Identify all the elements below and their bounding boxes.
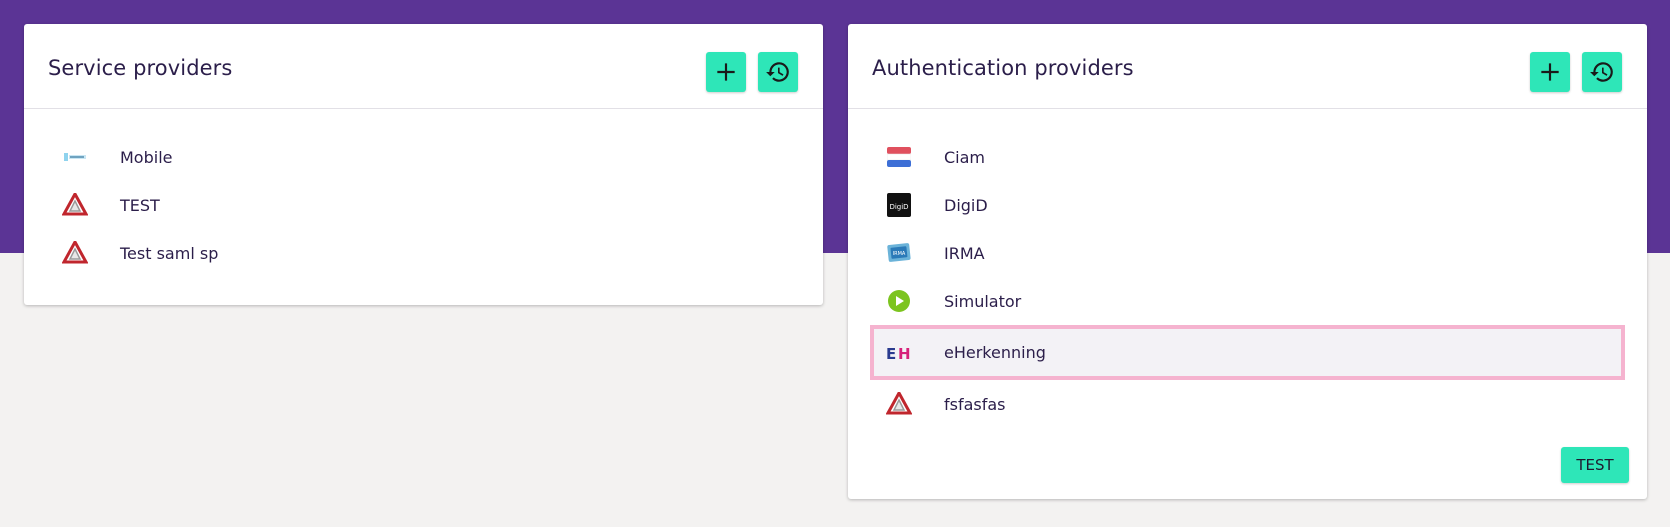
list-item[interactable]: Mobile [48, 133, 799, 181]
svg-text:DigiD: DigiD [889, 203, 908, 211]
list-item-label: eHerkenning [944, 343, 1046, 362]
list-item[interactable]: TEST [48, 181, 799, 229]
list-item-selected[interactable]: EH eHerkenning [870, 325, 1625, 380]
test-button[interactable]: TEST [1561, 447, 1629, 483]
service-providers-card: Service providers Mobile TEST Test saml … [24, 24, 823, 305]
eherkenning-logo-icon: EH [886, 340, 912, 366]
list-item-label: Test saml sp [120, 243, 219, 263]
authentication-providers-header: Authentication providers [848, 24, 1647, 109]
list-item-label: DigiD [944, 195, 988, 215]
list-item[interactable]: DigiD DigiD [872, 181, 1623, 229]
authentication-providers-history-button[interactable] [1582, 52, 1622, 92]
authentication-providers-card: Authentication providers Ciam DigiD Digi… [848, 24, 1647, 499]
service-providers-list: Mobile TEST Test saml sp [24, 133, 823, 277]
mobile-logo-icon [62, 144, 88, 170]
list-item-label: fsfasfas [944, 394, 1006, 414]
list-item[interactable]: Simulator [872, 277, 1623, 325]
history-icon [766, 62, 789, 82]
saml-logo-icon [886, 391, 912, 417]
service-providers-history-button[interactable] [758, 52, 798, 92]
dutch-flag-icon [886, 144, 912, 170]
saml-logo-icon [62, 240, 88, 266]
list-item-label: IRMA [944, 243, 985, 263]
list-item-label: Mobile [120, 147, 173, 167]
svg-text:IRMA: IRMA [893, 251, 906, 257]
authentication-providers-title: Authentication providers [872, 56, 1134, 80]
list-item-label: TEST [120, 195, 160, 215]
service-providers-header: Service providers [24, 24, 823, 109]
irma-logo-icon: IRMA [886, 240, 912, 266]
list-item[interactable]: fsfasfas [872, 380, 1623, 428]
add-service-provider-button[interactable] [706, 52, 746, 92]
list-item[interactable]: Ciam [872, 133, 1623, 181]
list-item[interactable]: IRMA IRMA [872, 229, 1623, 277]
list-item-label: Ciam [944, 147, 986, 167]
history-icon [1590, 62, 1613, 82]
digid-logo-icon: DigiD [886, 192, 912, 218]
add-authentication-provider-button[interactable] [1530, 52, 1570, 92]
plus-icon [1541, 63, 1559, 81]
plus-icon [717, 63, 735, 81]
list-item-label: Simulator [944, 291, 1022, 311]
simulator-logo-icon [886, 288, 912, 314]
svg-text:H: H [898, 345, 911, 363]
service-providers-title: Service providers [48, 56, 233, 80]
saml-logo-icon [62, 192, 88, 218]
svg-text:E: E [886, 345, 896, 363]
list-item[interactable]: Test saml sp [48, 229, 799, 277]
authentication-providers-list: Ciam DigiD DigiD IRMA IRMA Simulator EH … [848, 133, 1647, 428]
